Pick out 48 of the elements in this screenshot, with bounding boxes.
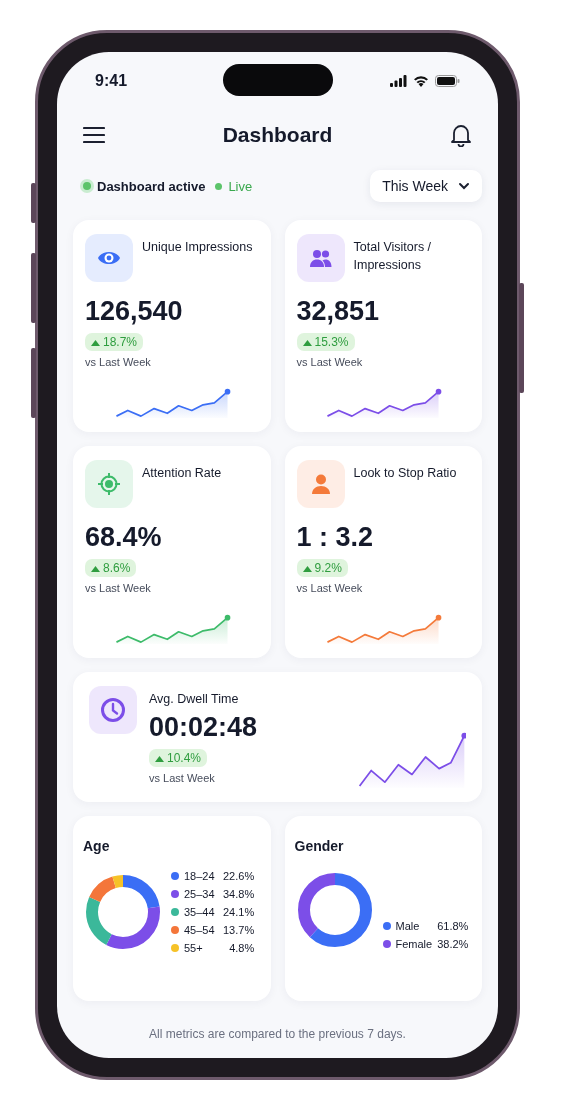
comparison-note: vs Last Week [296, 582, 364, 594]
legend-value: 4.8% [229, 942, 255, 954]
trend-badge: 15.3% [296, 333, 355, 351]
trend-badge: 8.6% [85, 559, 137, 577]
legend-label: 35–44 [184, 906, 216, 918]
legend-label: Female [395, 938, 433, 950]
chart-title: Gender [294, 838, 345, 854]
legend-label: 18–24 [184, 870, 216, 882]
trend-badge: 10.4% [149, 749, 208, 767]
trend-badge: 18.7% [85, 333, 144, 351]
metric-value: 32,851 [296, 296, 381, 327]
legend-value: 24.1% [223, 906, 255, 918]
trend-badge: 9.2% [296, 559, 348, 577]
metric-value: 126,540 [85, 296, 184, 327]
metric-title: Look to Stop Ratio [353, 465, 457, 482]
legend-label: Male [395, 920, 421, 932]
chart-title: Age [83, 838, 111, 854]
legend-value: 34.8% [223, 888, 255, 900]
metric-value: 1 : 3.2 [296, 522, 375, 553]
legend-value: 22.6% [223, 870, 255, 882]
metric-value: 00:02:48 [149, 712, 259, 743]
live-label: Live [228, 178, 253, 194]
status-time: 9:41 [95, 72, 128, 90]
legend-label: 45–54 [184, 924, 216, 936]
active-status-dot [83, 182, 91, 190]
live-dot [215, 182, 223, 190]
legend-value: 38.2% [437, 938, 469, 950]
period-dropdown[interactable]: This Week [370, 170, 482, 202]
metric-title: Avg. Dwell Time [149, 691, 240, 708]
legend-value: 61.8% [437, 920, 469, 932]
metric-title: Unique Impressions [142, 239, 253, 256]
metric-title: Total Visitors / Impressions [353, 239, 433, 274]
chevron-down-icon [458, 182, 470, 190]
comparison-note: vs Last Week [85, 582, 152, 594]
battery-icon [435, 75, 460, 87]
status-label: Dashboard active [97, 178, 206, 194]
legend-label: 25–34 [184, 888, 216, 900]
comparison-note: vs Last Week [149, 772, 216, 784]
comparison-note: vs Last Week [296, 356, 364, 368]
metric-value: 68.4% [85, 522, 163, 553]
signal-icon [390, 75, 407, 87]
wifi-icon [413, 75, 429, 87]
page-title: Dashboard [222, 123, 333, 147]
footer-note: All metrics are compared to the previous 7 days. [148, 1027, 407, 1041]
comparison-note: vs Last Week [85, 356, 152, 368]
legend-label: 55+ [184, 942, 204, 954]
legend-value: 13.7% [223, 924, 255, 936]
metric-title: Attention Rate [142, 465, 222, 482]
